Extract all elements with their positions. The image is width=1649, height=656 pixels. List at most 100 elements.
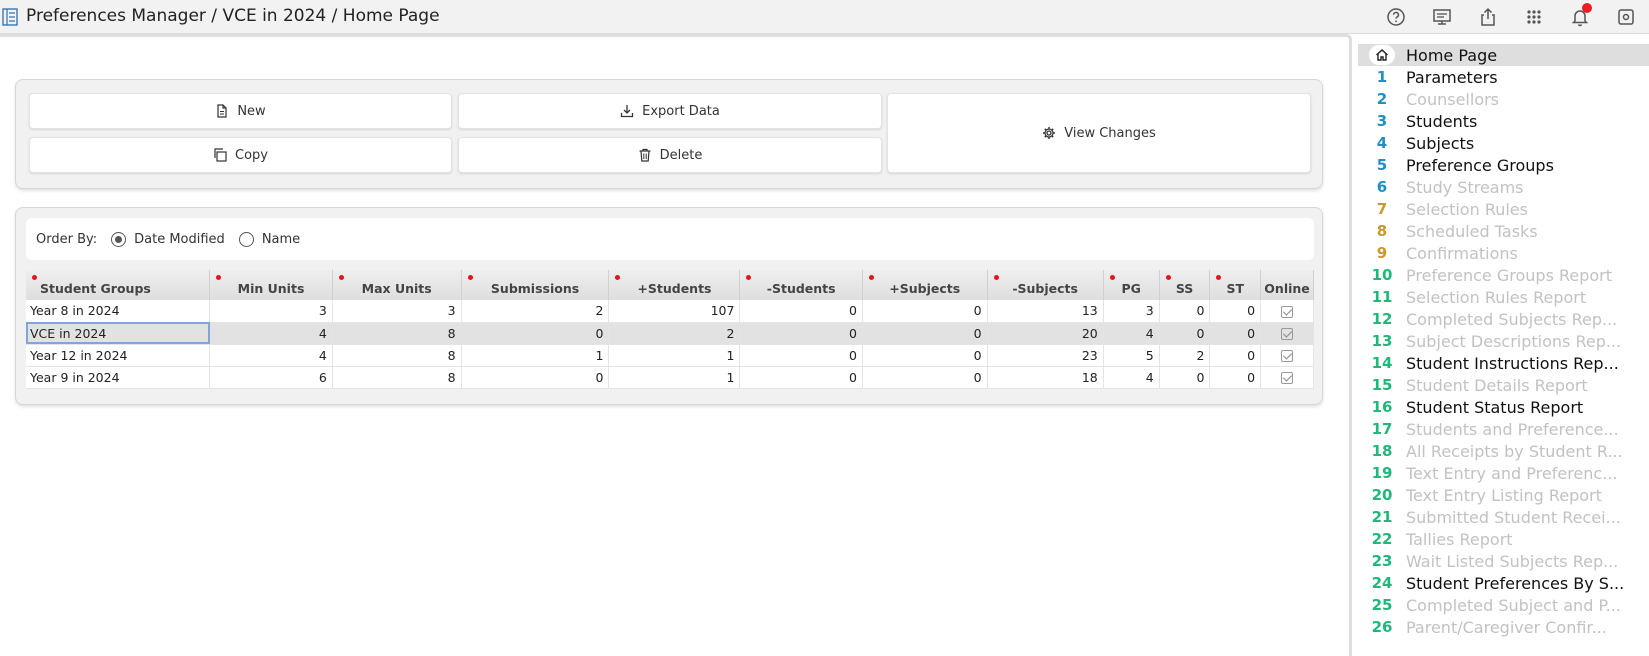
notifications-button[interactable] (1557, 0, 1603, 34)
cell-st[interactable]: 0 (1209, 322, 1262, 345)
order-by-date-modified-radio[interactable] (111, 231, 127, 247)
cell-student-group[interactable]: Year 12 in 2024 (26, 344, 211, 367)
sidebar-item-23[interactable]: 23 Wait Listed Subjects Rep... (1358, 550, 1649, 572)
sidebar-item-2[interactable]: 2 Counsellors (1358, 88, 1649, 110)
table-row[interactable]: Year 9 in 2024 6 8 0 1 0 0 18 4 0 0 (26, 366, 1314, 389)
sidebar-item-22[interactable]: 22 Tallies Report (1358, 528, 1649, 550)
order-by-name-radio[interactable] (238, 231, 254, 247)
cell-max[interactable]: 3 (332, 300, 462, 323)
online-checkbox[interactable] (1281, 350, 1294, 362)
sidebar-item-16[interactable]: 16 Student Status Report (1358, 396, 1649, 418)
column-header-student-groups[interactable]: Student Groups (26, 270, 211, 300)
column-header-minus-subjects[interactable]: -Subjects (987, 270, 1104, 300)
sidebar-item-6[interactable]: 6 Study Streams (1358, 176, 1649, 198)
sidebar-item-19[interactable]: 19 Text Entry and Preferenc... (1358, 462, 1649, 484)
sidebar-item-4[interactable]: 4 Subjects (1358, 132, 1649, 154)
cell-online[interactable] (1260, 322, 1314, 345)
cell-minus-subjects[interactable]: 13 (987, 300, 1104, 323)
sidebar-item-8[interactable]: 8 Scheduled Tasks (1358, 220, 1649, 242)
cell-min[interactable]: 4 (209, 322, 333, 345)
column-header-online[interactable]: Online (1260, 270, 1314, 300)
cell-student-group[interactable]: Year 9 in 2024 (26, 366, 211, 389)
cell-pg[interactable]: 5 (1103, 344, 1160, 367)
export-data-button[interactable]: Export Data (458, 93, 882, 129)
sidebar-item-13[interactable]: 13 Subject Descriptions Rep... (1358, 330, 1649, 352)
cell-plus-students[interactable]: 2 (608, 322, 741, 345)
cell-submissions[interactable]: 1 (461, 344, 610, 367)
sidebar-item-18[interactable]: 18 All Receipts by Student R... (1358, 440, 1649, 462)
new-button[interactable]: New (29, 93, 452, 129)
cell-plus-students[interactable]: 1 (608, 366, 741, 389)
settings-button[interactable] (1603, 0, 1649, 34)
sidebar-item-15[interactable]: 15 Student Details Report (1358, 374, 1649, 396)
cell-minus-subjects[interactable]: 20 (987, 322, 1104, 345)
order-by-date-modified-label[interactable]: Date Modified (134, 232, 225, 247)
cell-plus-students[interactable]: 107 (608, 300, 741, 323)
cell-online[interactable] (1260, 366, 1314, 389)
column-header-pg[interactable]: PG (1103, 270, 1160, 300)
cell-st[interactable]: 0 (1209, 366, 1262, 389)
cell-pg[interactable]: 4 (1103, 322, 1160, 345)
cell-plus-subjects[interactable]: 0 (862, 322, 988, 345)
sidebar-item-14[interactable]: 14 Student Instructions Rep... (1358, 352, 1649, 374)
cell-submissions[interactable]: 0 (461, 366, 610, 389)
cell-submissions[interactable]: 2 (461, 300, 610, 323)
cell-submissions[interactable]: 0 (461, 322, 610, 345)
cell-ss[interactable]: 0 (1159, 300, 1211, 323)
cell-max[interactable]: 8 (332, 366, 462, 389)
view-changes-button[interactable]: View Changes (887, 93, 1311, 173)
cell-minus-students[interactable]: 0 (739, 300, 863, 323)
copy-button[interactable]: Copy (29, 137, 452, 173)
sidebar-item-20[interactable]: 20 Text Entry Listing Report (1358, 484, 1649, 506)
column-header-ss[interactable]: SS (1159, 270, 1211, 300)
column-header-max-units[interactable]: Max Units (332, 270, 462, 300)
sidebar-item-home-page[interactable]: Home Page (1358, 44, 1649, 66)
online-checkbox[interactable] (1281, 305, 1294, 318)
cell-st[interactable]: 0 (1209, 300, 1262, 323)
sidebar-item-21[interactable]: 21 Submitted Student Recei... (1358, 506, 1649, 528)
column-header-min-units[interactable]: Min Units (209, 270, 333, 300)
table-row[interactable]: VCE in 2024 4 8 0 2 0 0 20 4 0 0 (26, 322, 1314, 345)
column-header-st[interactable]: ST (1209, 270, 1262, 300)
column-header-plus-students[interactable]: +Students (608, 270, 741, 300)
sidebar-item-5[interactable]: 5 Preference Groups (1358, 154, 1649, 176)
cell-plus-students[interactable]: 1 (608, 344, 741, 367)
sidebar-item-25[interactable]: 25 Completed Subject and P... (1358, 594, 1649, 616)
cell-ss[interactable]: 0 (1159, 366, 1211, 389)
help-button[interactable] (1373, 0, 1419, 34)
online-checkbox[interactable] (1281, 328, 1294, 340)
cell-minus-students[interactable]: 0 (739, 366, 863, 389)
cell-minus-students[interactable]: 0 (739, 322, 863, 345)
delete-button[interactable]: Delete (458, 137, 882, 173)
cell-st[interactable]: 0 (1209, 344, 1262, 367)
cell-minus-subjects[interactable]: 23 (987, 344, 1104, 367)
cell-max[interactable]: 8 (332, 344, 462, 367)
cell-plus-subjects[interactable]: 0 (862, 366, 988, 389)
cell-pg[interactable]: 3 (1103, 300, 1160, 323)
cell-min[interactable]: 3 (209, 300, 333, 323)
cell-min[interactable]: 4 (209, 344, 333, 367)
apps-button[interactable] (1511, 0, 1557, 34)
sidebar-item-1[interactable]: 1 Parameters (1358, 66, 1649, 88)
online-checkbox[interactable] (1281, 372, 1294, 384)
order-by-name-label[interactable]: Name (262, 232, 300, 247)
sidebar-item-26[interactable]: 26 Parent/Caregiver Confir... (1358, 616, 1649, 638)
cell-max[interactable]: 8 (332, 322, 462, 345)
cell-student-group[interactable]: VCE in 2024 (26, 322, 211, 345)
table-row[interactable]: Year 8 in 2024 3 3 2 107 0 0 13 3 0 0 (26, 300, 1314, 323)
cell-ss[interactable]: 0 (1159, 322, 1211, 345)
cell-plus-subjects[interactable]: 0 (862, 300, 988, 323)
cell-min[interactable]: 6 (209, 366, 333, 389)
table-row[interactable]: Year 12 in 2024 4 8 1 1 0 0 23 5 2 0 (26, 344, 1314, 367)
sidebar-item-3[interactable]: 3 Students (1358, 110, 1649, 132)
sidebar-item-17[interactable]: 17 Students and Preference... (1358, 418, 1649, 440)
share-button[interactable] (1465, 0, 1511, 34)
cell-student-group[interactable]: Year 8 in 2024 (26, 300, 211, 323)
cell-minus-subjects[interactable]: 18 (987, 366, 1104, 389)
cell-ss[interactable]: 2 (1159, 344, 1211, 367)
column-header-minus-students[interactable]: -Students (739, 270, 863, 300)
cell-plus-subjects[interactable]: 0 (862, 344, 988, 367)
sidebar-item-7[interactable]: 7 Selection Rules (1358, 198, 1649, 220)
presentation-button[interactable] (1419, 0, 1465, 34)
sidebar-item-10[interactable]: 10 Preference Groups Report (1358, 264, 1649, 286)
